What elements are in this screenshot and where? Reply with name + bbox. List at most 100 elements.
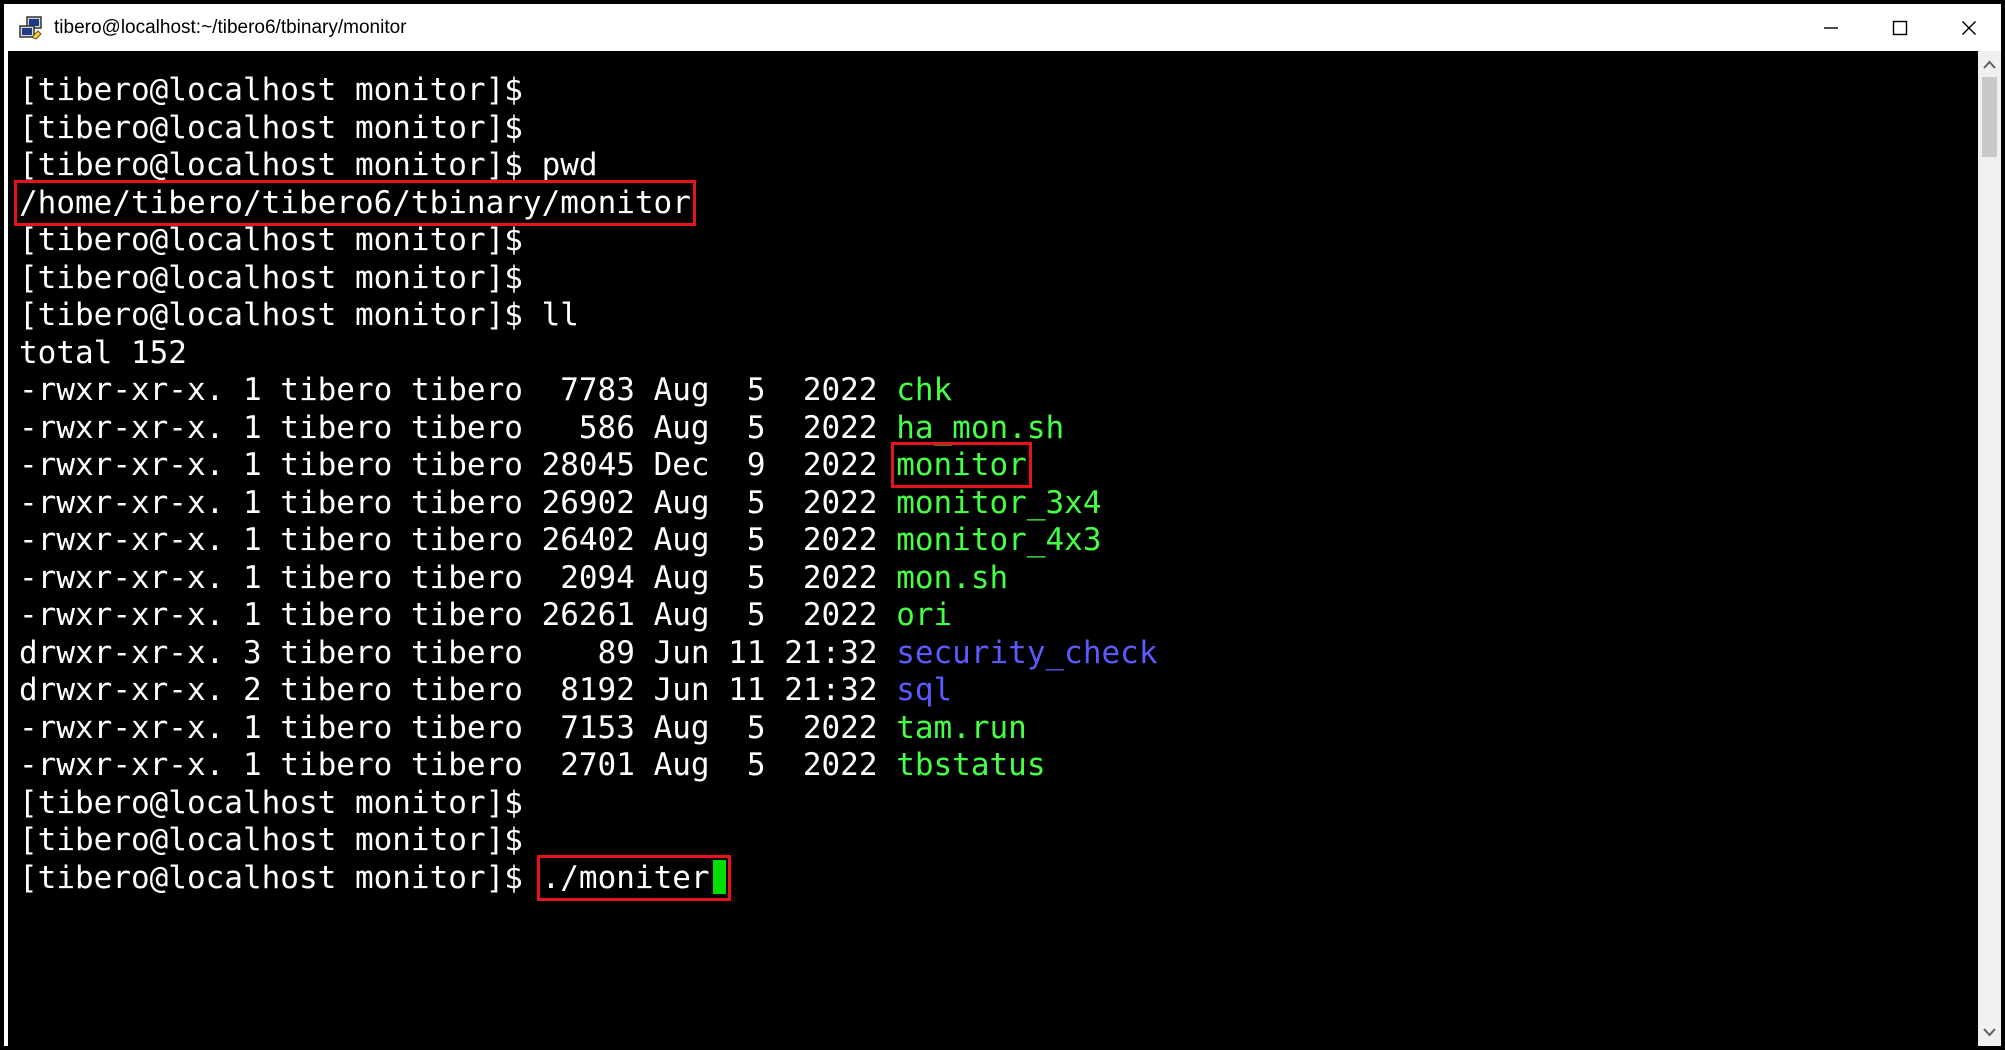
listing-group: tibero [410, 372, 523, 408]
listing-owner: tibero [280, 559, 393, 596]
command-line[interactable]: [tibero@localhost monitor]$ ./moniter [19, 854, 1157, 901]
arrow-down-icon [1983, 1028, 1996, 1037]
terminal-line: /home/tibero/tibero6/tbinary/monitor [14, 179, 1157, 226]
listing-size: 7783 [560, 372, 635, 408]
listing-group: tibero [410, 559, 523, 596]
listing-time: 2022 [802, 447, 878, 483]
listing-owner: tibero [280, 409, 393, 446]
listing-perm: -rwxr-xr-x. [19, 484, 225, 521]
listing-day: 11 [728, 672, 766, 708]
listing-day: 5 [746, 522, 766, 558]
listing-day: 5 [746, 597, 766, 633]
listing-filename[interactable]: monitor_4x3 [896, 522, 1101, 558]
listing-size: 8192 [560, 672, 635, 708]
listing-time: 2022 [802, 372, 878, 408]
listing-owner: tibero [280, 597, 393, 633]
listing-month: Jun [653, 634, 710, 671]
listing-filename[interactable]: tbstatus [896, 747, 1045, 783]
listing-filename[interactable]: security_check [896, 635, 1157, 671]
listing-row: drwxr-xr-x. 2 tibero tibero 8192 Jun 11 … [19, 672, 1157, 710]
listing-perm: -rwxr-xr-x. [19, 522, 225, 558]
listing-day: 5 [746, 559, 766, 596]
listing-filename[interactable]: ori [896, 597, 952, 633]
listing-group: tibero [410, 522, 523, 558]
listing-size: 26402 [541, 522, 635, 558]
listing-links: 1 [242, 522, 262, 558]
listing-owner: tibero [280, 484, 393, 521]
listing-month: Dec [653, 447, 710, 483]
listing-size: 586 [578, 409, 635, 446]
listing-links: 1 [242, 372, 262, 408]
listing-day: 5 [746, 709, 766, 746]
listing-day: 5 [746, 372, 766, 408]
minimize-icon [1824, 26, 1838, 29]
listing-day: 11 [728, 634, 766, 671]
listing-perm: -rwxr-xr-x. [19, 372, 225, 408]
title-bar[interactable]: tibero@localhost:~/tibero6/tbinary/monit… [4, 4, 2001, 51]
listing-row: -rwxr-xr-x. 1 tibero tibero 28045 Dec 9 … [19, 442, 1157, 488]
listing-row: -rwxr-xr-x. 1 tibero tibero 2094 Aug 5 2… [19, 560, 1157, 598]
file-listing: -rwxr-xr-x. 1 tibero tibero 7783 Aug 5 2… [19, 372, 1157, 785]
listing-owner: tibero [280, 372, 393, 408]
listing-perm: -rwxr-xr-x. [19, 597, 225, 633]
listing-links: 3 [242, 634, 262, 671]
terminal-line: [tibero@localhost monitor]$ [19, 259, 523, 296]
listing-month: Aug [653, 409, 710, 446]
maximize-button[interactable] [1864, 4, 1936, 51]
listing-row: -rwxr-xr-x. 1 tibero tibero 26902 Aug 5 … [19, 485, 1157, 523]
putty-icon[interactable] [18, 15, 44, 41]
listing-perm: drwxr-xr-x. [19, 672, 225, 708]
listing-perm: -rwxr-xr-x. [19, 709, 225, 746]
listing-perm: -rwxr-xr-x. [19, 747, 225, 783]
listing-filename[interactable]: chk [896, 372, 952, 408]
listing-filename[interactable]: mon.sh [896, 560, 1008, 596]
text-cursor [712, 859, 726, 894]
listing-size: 7153 [560, 709, 635, 746]
listing-filename[interactable]: ha_mon.sh [896, 410, 1064, 446]
listing-time: 2022 [802, 559, 878, 596]
scroll-up-button[interactable] [1978, 55, 2001, 75]
listing-group: tibero [410, 709, 523, 746]
listing-links: 2 [242, 672, 262, 708]
listing-time: 2022 [802, 522, 878, 558]
terminal-output: [tibero@localhost monitor]$ [tibero@loca… [14, 72, 1157, 901]
listing-day: 5 [746, 747, 766, 783]
terminal-window: tibero@localhost:~/tibero6/tbinary/monit… [0, 0, 2005, 1050]
listing-filename[interactable]: monitor_3x4 [896, 485, 1101, 521]
window-title: tibero@localhost:~/tibero6/tbinary/monit… [54, 17, 407, 38]
terminal-line: [tibero@localhost monitor]$ [19, 822, 523, 858]
listing-links: 1 [242, 447, 262, 483]
listing-perm: -rwxr-xr-x. [19, 559, 225, 596]
listing-month: Aug [653, 372, 710, 408]
command-input[interactable]: ./moniter [542, 860, 710, 896]
listing-row: -rwxr-xr-x. 1 tibero tibero 7783 Aug 5 2… [19, 372, 1157, 410]
listing-row: -rwxr-xr-x. 1 tibero tibero 26402 Aug 5 … [19, 522, 1157, 560]
listing-time: 2022 [802, 409, 878, 446]
command-input-highlight[interactable]: ./moniter [536, 854, 731, 901]
arrow-up-icon [1983, 60, 1996, 69]
listing-links: 1 [242, 409, 262, 446]
listing-perm: drwxr-xr-x. [19, 634, 225, 671]
listing-time: 2022 [802, 597, 878, 633]
listing-row: -rwxr-xr-x. 1 tibero tibero 26261 Aug 5 … [19, 597, 1157, 635]
listing-filename[interactable]: sql [896, 672, 952, 708]
terminal-screen[interactable]: [tibero@localhost monitor]$ [tibero@loca… [8, 51, 1978, 1046]
terminal-line: total 152 [19, 334, 187, 371]
scroll-thumb[interactable] [1982, 77, 1997, 157]
listing-day: 5 [746, 484, 766, 521]
terminal-line: [tibero@localhost monitor]$ pwd [19, 147, 598, 183]
terminal-line: [tibero@localhost monitor]$ ll [19, 297, 579, 333]
listing-group: tibero [410, 672, 523, 708]
listing-group: tibero [410, 409, 523, 446]
vertical-scrollbar[interactable] [1978, 51, 2001, 1046]
scroll-down-button[interactable] [1978, 1022, 2001, 1042]
listing-time: 2022 [802, 709, 878, 746]
terminal-line: [tibero@localhost monitor]$ [19, 109, 523, 146]
listing-size: 26902 [541, 484, 635, 521]
close-button[interactable] [1933, 4, 2001, 51]
listing-owner: tibero [280, 447, 393, 483]
listing-time: 2022 [802, 484, 878, 521]
minimize-button[interactable] [1795, 4, 1867, 51]
listing-filename[interactable]: monitor [891, 442, 1032, 488]
listing-filename[interactable]: tam.run [896, 710, 1027, 746]
